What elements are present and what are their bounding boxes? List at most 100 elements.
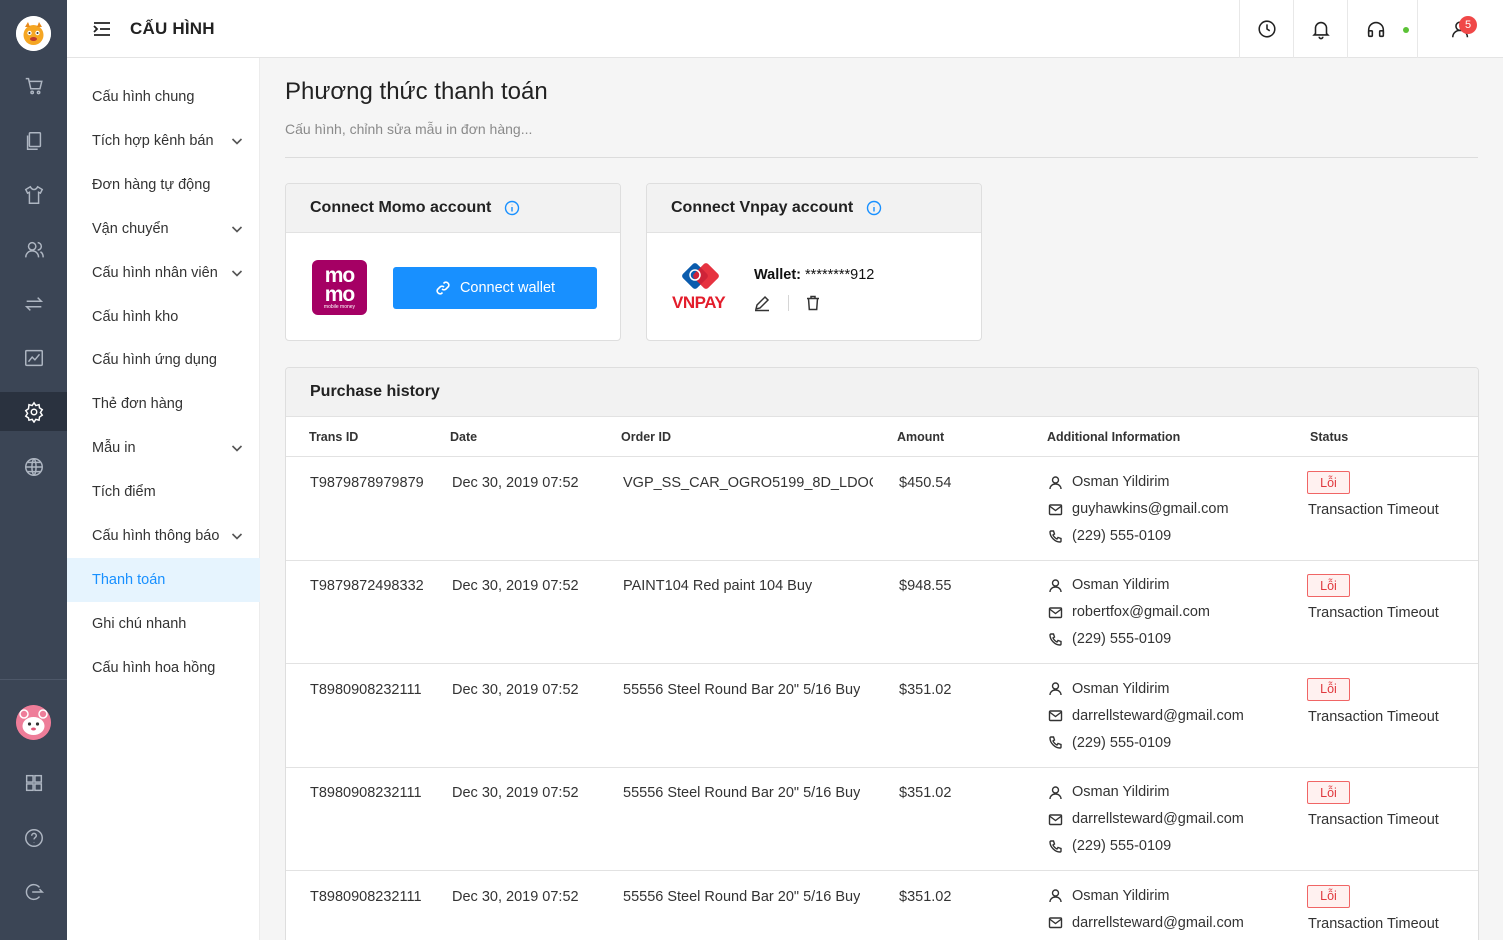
status-text: Transaction Timeout: [1308, 502, 1439, 518]
customer-name: Osman Yildirim: [1072, 680, 1170, 697]
edit-wallet-button[interactable]: [753, 294, 771, 312]
vnpay-card-header: Connect Vnpay account: [647, 184, 981, 233]
status-badge: Lỗi: [1307, 884, 1350, 908]
rail-apps[interactable]: [0, 763, 67, 803]
order-id: 55556 Steel Round Bar 20" 5/16 Buy: [623, 681, 861, 698]
page-divider: [285, 157, 1478, 158]
submenu-item-label: Tích hợp kênh bán: [92, 132, 214, 149]
status-badge: Lỗi: [1307, 574, 1350, 598]
online-status-dot: [1403, 27, 1409, 33]
logout-icon: [25, 883, 44, 901]
submenu-item-label: Cấu hình ứng dụng: [92, 352, 217, 369]
rail-divider: [0, 679, 67, 680]
rail-reports[interactable]: [0, 338, 67, 378]
menu-toggle[interactable]: [91, 18, 113, 40]
table-row[interactable]: T9879872498332 Dec 30, 2019 07:52 PAINT104…: [286, 561, 1478, 665]
submenu-item[interactable]: Cấu hình thông báo: [67, 514, 260, 558]
support-button[interactable]: [1347, 0, 1417, 58]
vnpay-card: Connect Vnpay account VNPAY Wallet: ****…: [646, 183, 982, 341]
momo-card-title: Connect Momo account: [310, 199, 492, 216]
rail-web[interactable]: [0, 447, 67, 487]
order-id: 55556 Steel Round Bar 20" 5/16 Buy: [623, 888, 861, 905]
trans-date: Dec 30, 2019 07:52: [452, 578, 579, 595]
trans-id: T8980908232111: [310, 681, 422, 698]
customer-name-line: Osman Yildirim: [1048, 888, 1170, 904]
rail-orders[interactable]: [0, 66, 67, 106]
trans-id: T9879878979879: [310, 475, 424, 491]
submenu-item[interactable]: Cấu hình ứng dụng: [67, 338, 260, 382]
submenu-item[interactable]: Tích hợp kênh bán: [67, 119, 260, 163]
user-avatar[interactable]: [16, 705, 51, 740]
app-logo[interactable]: [16, 16, 51, 51]
rail-products[interactable]: [0, 175, 67, 215]
table-row[interactable]: T8980908232111 Dec 30, 2019 07:52 55556 St…: [286, 665, 1478, 768]
wallet-info: Wallet: ********912: [754, 267, 874, 283]
submenu-item[interactable]: Cấu hình kho: [67, 295, 260, 339]
customer-email: robertfox@gmail.com: [1072, 604, 1211, 621]
customer-phone: (229) 555-0109: [1072, 838, 1172, 855]
customer-email-line: darrellsteward@gmail.com: [1048, 811, 1244, 827]
history-button[interactable]: [1239, 0, 1293, 58]
mail-icon: [1048, 813, 1063, 825]
rail-transfer[interactable]: [0, 284, 67, 324]
info-icon[interactable]: [866, 200, 882, 216]
purchase-history-title: Purchase history: [310, 383, 440, 400]
rail-help[interactable]: [0, 818, 67, 858]
info-icon[interactable]: [504, 200, 520, 216]
submenu-item[interactable]: Thẻ đơn hàng: [67, 382, 260, 426]
rail-logout[interactable]: [0, 872, 67, 912]
table-row[interactable]: T8980908232111 Dec 30, 2019 07:52 55556 St…: [286, 768, 1478, 872]
page-title: Phương thức thanh toán: [285, 78, 548, 105]
customer-name: Osman Yildirim: [1072, 784, 1170, 801]
table-row[interactable]: T9879878979879 Dec 30, 2019 07:52 VGP_SS_C…: [286, 458, 1478, 561]
momo-logo: mo mo mobile money: [312, 260, 367, 315]
mail-icon: [1048, 710, 1063, 722]
user-icon: [1049, 889, 1062, 903]
delete-wallet-button[interactable]: [804, 294, 822, 312]
notifications-button[interactable]: [1293, 0, 1347, 58]
rail-customers[interactable]: [0, 230, 67, 270]
chevron-down-icon: [231, 442, 243, 454]
submenu-item[interactable]: Đơn hàng tự động: [67, 163, 260, 207]
amount: $351.02: [899, 785, 952, 802]
chevron-down-icon: [231, 223, 243, 235]
phone-icon: [1049, 736, 1062, 749]
momo-logo-subtext: mobile money: [323, 304, 356, 310]
submenu-item[interactable]: Mẫu in: [67, 426, 260, 470]
account-button[interactable]: 5: [1417, 0, 1503, 58]
settings-submenu: Cấu hình chung Tích hợp kênh bán Đơn hàng …: [67, 58, 260, 940]
submenu-item[interactable]: Vận chuyển: [67, 207, 260, 251]
rail-documents[interactable]: [0, 121, 67, 161]
customer-email: darrellsteward@gmail.com: [1072, 707, 1244, 724]
submenu-item-label: Cấu hình thông báo: [92, 528, 220, 544]
status-badge: Lỗi: [1307, 677, 1350, 701]
chevron-down-icon: [231, 530, 243, 542]
submenu-item[interactable]: Cấu hình chung: [67, 75, 260, 119]
user-icon: [1049, 475, 1062, 489]
customer-email: guyhawkins@gmail.com: [1072, 501, 1229, 517]
submenu-item[interactable]: Cấu hình nhân viên: [67, 251, 260, 295]
table-row[interactable]: T8980908232111 Dec 30, 2019 07:52 55556 St…: [286, 872, 1478, 940]
submenu-item[interactable]: Ghi chú nhanh: [67, 602, 260, 646]
avatar-icon: [16, 705, 51, 740]
submenu-item[interactable]: Tích điểm: [67, 470, 260, 514]
grid-icon: [25, 774, 42, 792]
purchase-history-header: Purchase history: [286, 368, 1478, 417]
trans-id: T8980908232111: [310, 785, 422, 802]
link-icon: [436, 281, 450, 295]
submenu-item[interactable]: Cấu hình hoa hồng: [67, 646, 260, 690]
customer-name: Osman Yildirim: [1072, 887, 1170, 904]
submenu-item-label: Thanh toán: [92, 571, 166, 588]
amount: $351.02: [899, 888, 952, 905]
submenu-item[interactable]: Thanh toán: [67, 557, 260, 602]
connect-wallet-button[interactable]: Connect wallet: [393, 267, 597, 309]
status-text: Transaction Timeout: [1308, 708, 1439, 725]
order-id: PAINT104 Red paint 104 Buy: [623, 578, 813, 595]
trash-icon: [807, 295, 819, 311]
col-trans-id: Trans ID: [309, 430, 359, 444]
trans-date: Dec 30, 2019 07:52: [452, 888, 579, 905]
trans-id: T8980908232111: [310, 888, 422, 905]
rail-settings[interactable]: [0, 392, 67, 431]
main-content: Phương thức thanh toán Cấu hình, chỉnh s…: [260, 58, 1503, 940]
clock-icon: [1257, 20, 1276, 38]
